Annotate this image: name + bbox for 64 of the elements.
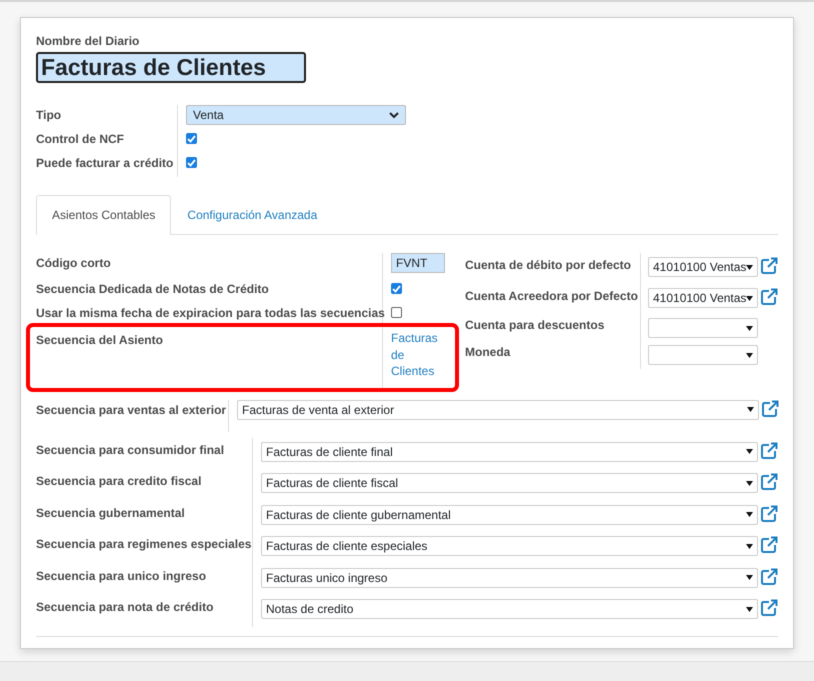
field-label: Puede facturar a crédito bbox=[36, 153, 178, 177]
field-label: Secuencia gubernamental bbox=[36, 500, 253, 532]
select-field[interactable]: Notas de credito bbox=[261, 599, 758, 619]
field-label: Moneda bbox=[465, 342, 641, 369]
caret-icon bbox=[747, 407, 754, 412]
caret-icon bbox=[746, 352, 753, 358]
checkbox[interactable] bbox=[391, 307, 402, 318]
check-icon bbox=[392, 284, 401, 292]
field-label: Secuencia para consumidor final bbox=[36, 438, 253, 469]
select-field[interactable]: Facturas unico ingreso bbox=[261, 568, 758, 588]
check-icon bbox=[187, 158, 196, 166]
caret-icon bbox=[746, 544, 753, 548]
field-label: Secuencia para nota de crédito bbox=[36, 595, 253, 626]
select-field[interactable] bbox=[648, 345, 758, 365]
field-label: Secuencia Dedicada de Notas de Crédito bbox=[36, 279, 383, 303]
caret-icon bbox=[746, 264, 754, 270]
type-select[interactable]: Venta bbox=[186, 105, 406, 125]
field-label: Control de NCF bbox=[36, 129, 178, 153]
field-label: Secuencia del Asiento bbox=[36, 327, 383, 388]
select-field[interactable]: Facturas de cliente fiscal bbox=[261, 473, 758, 493]
caret-icon bbox=[746, 296, 754, 300]
caret-icon bbox=[746, 575, 753, 580]
caret-icon bbox=[746, 326, 753, 330]
external-link-icon[interactable] bbox=[760, 473, 778, 491]
select-field[interactable]: Facturas de cliente gubernamental bbox=[261, 504, 758, 524]
field-label: Secuencia para unico ingreso bbox=[36, 564, 253, 595]
checkbox[interactable] bbox=[391, 283, 402, 294]
field-label: Usar la misma fecha de expiracion para todas las secuencias bbox=[36, 303, 383, 327]
tab[interactable]: Configuración Avanzada bbox=[171, 195, 334, 235]
checkbox[interactable] bbox=[186, 133, 197, 144]
caret-icon bbox=[746, 512, 753, 517]
tab[interactable]: Asientos Contables bbox=[36, 195, 172, 235]
external-link-icon[interactable] bbox=[760, 288, 778, 306]
field-label: Nombre del Diario bbox=[36, 33, 140, 50]
select-field[interactable] bbox=[648, 318, 758, 338]
external-link-icon[interactable] bbox=[760, 536, 778, 554]
external-link-icon[interactable] bbox=[760, 442, 778, 460]
external-link-icon[interactable] bbox=[760, 599, 778, 617]
field-label: Secuencia para credito fiscal bbox=[36, 469, 253, 500]
select-field[interactable]: Facturas de cliente especiales bbox=[261, 536, 758, 556]
name-input[interactable]: Facturas de Clientes bbox=[36, 52, 306, 83]
field-label: Cuenta para descuentos bbox=[465, 315, 641, 342]
field-label: Tipo bbox=[36, 105, 178, 129]
select-field[interactable]: Facturas de venta al exterior bbox=[237, 400, 759, 420]
select-field[interactable]: Facturas de cliente final bbox=[261, 442, 758, 462]
field-label: Secuencia para ventas al exterior bbox=[36, 400, 229, 432]
external-link-icon[interactable] bbox=[760, 504, 778, 522]
field-label: Código corto bbox=[36, 253, 383, 279]
field-label: Cuenta de débito por defecto bbox=[465, 253, 641, 284]
field-label: Cuenta Acreedora por Defecto bbox=[465, 284, 641, 315]
chevron-down-icon bbox=[389, 112, 399, 118]
sequence-link[interactable]: Facturas de Clientes bbox=[391, 330, 447, 380]
code-input[interactable]: FVNT bbox=[391, 253, 445, 273]
caret-icon bbox=[746, 449, 753, 454]
caret-icon bbox=[746, 606, 753, 612]
select-field[interactable]: 41010100 Ventas bbox=[648, 257, 758, 277]
external-link-icon[interactable] bbox=[760, 568, 778, 586]
caret-icon bbox=[746, 480, 753, 486]
external-link-icon[interactable] bbox=[760, 257, 778, 275]
field-label: Secuencia para regimenes especiales bbox=[36, 532, 253, 564]
checkbox[interactable] bbox=[186, 157, 197, 168]
check-icon bbox=[187, 134, 196, 142]
external-link-icon[interactable] bbox=[761, 400, 779, 418]
select-field[interactable]: 41010100 Ventas bbox=[648, 288, 758, 308]
